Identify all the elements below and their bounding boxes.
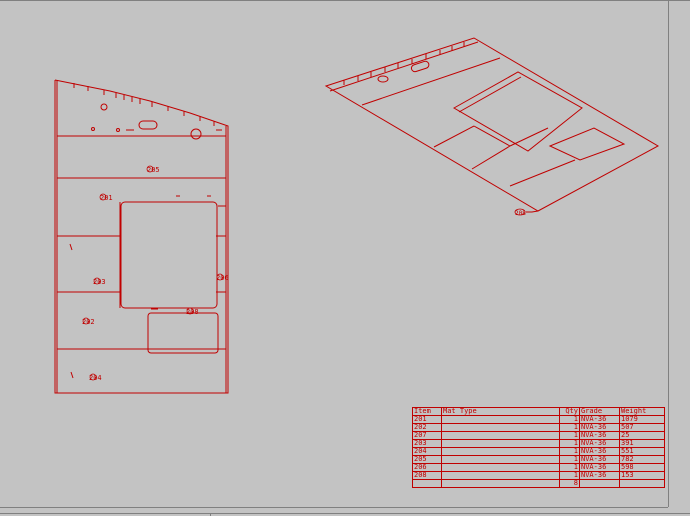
- bom-grade: NVA-36: [579, 471, 620, 480]
- bom-weight: 153: [619, 471, 665, 480]
- bom-total-qty: 8: [559, 479, 580, 488]
- part-label: 201: [100, 194, 113, 202]
- part-label: 205: [147, 166, 160, 174]
- opening-small: [147, 312, 219, 354]
- front-part-labels: 205 201 203 202 204 208 206: [82, 166, 229, 382]
- iso-opening-small: [548, 127, 626, 161]
- bill-of-materials-table: Item Mat Type Qty Grade Weight 201 1 NVA…: [412, 407, 665, 488]
- table-row: 208 1 NVA-36 153: [412, 471, 665, 480]
- front-view-panel[interactable]: [54, 79, 229, 394]
- opening-large: [120, 201, 218, 309]
- hole: [100, 103, 108, 111]
- iso-opening-large: [452, 71, 583, 152]
- bom-header-material-type: Mat Type: [441, 407, 560, 416]
- iso-outline: [324, 37, 660, 212]
- part-label: 208: [515, 210, 526, 217]
- iso-part-label: 208: [514, 208, 526, 217]
- isometric-view[interactable]: [324, 37, 660, 213]
- iso-hole: [377, 75, 389, 83]
- iso-notches: [343, 42, 465, 85]
- hole: [190, 128, 202, 140]
- hole: [116, 128, 120, 132]
- top-notches: [73, 83, 215, 126]
- bom-total-row: 8: [412, 479, 665, 488]
- bom-item: 208: [412, 471, 442, 480]
- iso-slot: [410, 60, 430, 73]
- slot-cutout: [138, 120, 158, 130]
- hole: [91, 127, 95, 131]
